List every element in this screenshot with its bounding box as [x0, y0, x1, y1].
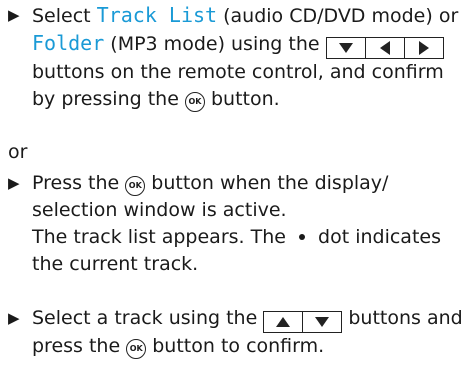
step-body: Select Track List (audio CD/DVD mode) or… [32, 2, 463, 113]
menu-option-folder: Folder [32, 31, 105, 55]
ok-button-icon: OK [126, 338, 147, 359]
step-press-ok: ▶ Press the OK button when the display/ … [8, 170, 463, 278]
remote-button-group [263, 311, 343, 333]
step-text: button to confirm. [146, 335, 325, 357]
ok-button-icon: OK [184, 91, 205, 112]
step-select-mode: ▶ Select Track List (audio CD/DVD mode) … [8, 2, 463, 113]
left-arrow-icon [366, 38, 405, 58]
result-text: The track list appears. The [32, 226, 292, 248]
step-select-track: ▶ Select a track using the buttons and p… [8, 305, 463, 360]
up-arrow-icon [264, 312, 304, 332]
bullet-arrow-icon: ▶ [8, 174, 20, 192]
step-text: Press the [32, 172, 126, 194]
down-arrow-icon [303, 312, 341, 332]
step-body: Select a track using the buttons and pre… [32, 305, 463, 360]
instruction-page: ▶ Select Track List (audio CD/DVD mode) … [0, 0, 468, 380]
step-text: (audio CD/DVD mode) or [217, 5, 459, 27]
step-text: Select [32, 5, 97, 27]
bullet-arrow-icon: ▶ [8, 309, 20, 327]
remote-button-group [325, 37, 444, 59]
step-text: (MP3 mode) using the [104, 33, 326, 55]
menu-option-track-list: Track List [96, 3, 218, 27]
step-body: Press the OK button when the display/ se… [32, 170, 463, 278]
step-text: Select a track using the [32, 307, 264, 329]
bullet-arrow-icon: ▶ [8, 6, 20, 24]
current-track-dot-icon [298, 234, 305, 240]
or-separator: or [8, 141, 28, 163]
right-arrow-icon [405, 38, 443, 58]
ok-button-icon: OK [125, 175, 146, 196]
step-text: button. [204, 88, 280, 110]
down-arrow-icon [327, 38, 366, 58]
